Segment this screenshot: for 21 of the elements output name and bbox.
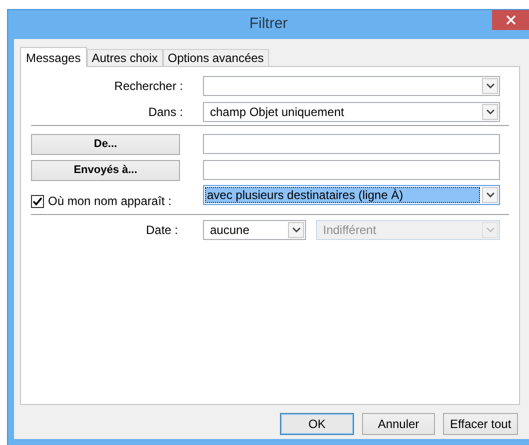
- input-field[interactable]: [203, 160, 500, 180]
- tab[interactable]: Autres choix: [86, 49, 163, 66]
- address-button[interactable]: Envoyés à...: [31, 160, 180, 180]
- address-button[interactable]: De...: [31, 134, 180, 154]
- dialog-button[interactable]: Effacer tout: [443, 413, 518, 435]
- field-label: Date :: [144, 223, 178, 237]
- field-label: Dans :: [147, 105, 183, 119]
- recipient-combo[interactable]: avec plusieurs destinataires (ligne À): [203, 185, 500, 205]
- date-combo[interactable]: aucune: [203, 220, 306, 240]
- close-icon[interactable]: [506, 15, 516, 25]
- field-label: Rechercher :: [113, 79, 183, 93]
- tab[interactable]: Options avancées: [162, 49, 269, 66]
- checkbox[interactable]: [31, 194, 44, 208]
- tab[interactable]: Messages: [20, 47, 87, 67]
- scope-combo[interactable]: champ Objet uniquement: [203, 102, 500, 122]
- dialog-button[interactable]: Annuler: [362, 413, 435, 435]
- checkbox-label: Où mon nom apparaît :: [48, 194, 172, 208]
- window-title: Filtrer: [249, 15, 288, 32]
- dialog-button[interactable]: OK: [280, 413, 354, 435]
- input-field[interactable]: [203, 134, 500, 154]
- close-button[interactable]: [492, 10, 529, 30]
